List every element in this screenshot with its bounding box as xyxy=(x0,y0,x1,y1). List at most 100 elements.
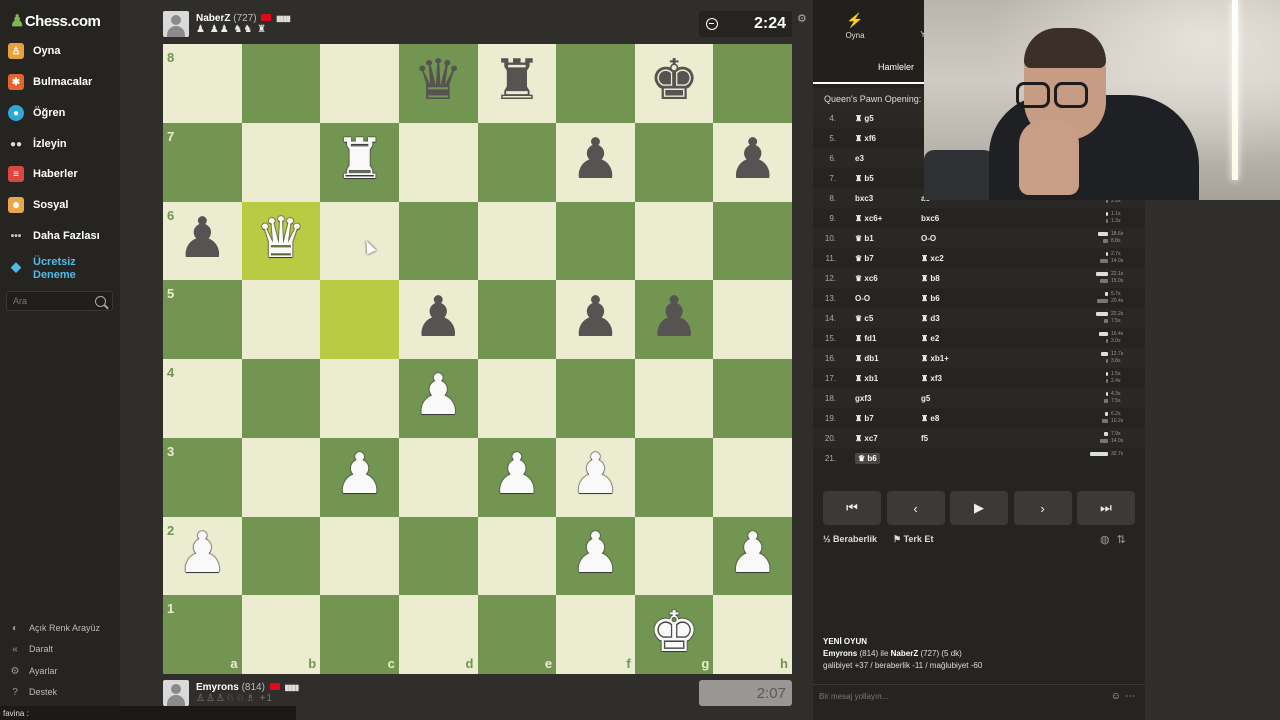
square-h6[interactable] xyxy=(713,201,792,281)
square-h3[interactable] xyxy=(713,437,792,517)
white-move[interactable]: ♜ xf6 xyxy=(855,134,921,143)
white-pawn-icon[interactable]: ♟ xyxy=(413,368,463,424)
resign-button[interactable]: ⚑ Terk Et xyxy=(893,534,933,545)
square-c8[interactable] xyxy=(320,44,399,123)
chesscom-logo[interactable]: ♟ Chess.com xyxy=(10,10,101,32)
black-move[interactable]: ♜ d3 xyxy=(921,314,987,323)
black-move[interactable]: ♜ xc2 xyxy=(921,254,987,263)
square-g2[interactable] xyxy=(634,516,714,596)
white-move[interactable]: ♛ xc6 xyxy=(855,274,921,283)
square-a3[interactable]: 3 xyxy=(163,437,242,517)
last-move-button[interactable]: ⏭ xyxy=(1077,491,1135,525)
square-h5[interactable] xyxy=(713,280,792,359)
square-g7[interactable] xyxy=(634,122,714,202)
square-g3[interactable] xyxy=(634,437,714,517)
white-move[interactable]: ♛ c5 xyxy=(855,314,921,323)
settings-link[interactable]: ⚙ Ayarlar xyxy=(9,663,114,679)
black-move[interactable]: f5 xyxy=(921,434,987,443)
square-e1[interactable]: e xyxy=(477,595,557,674)
nav-item-more[interactable]: ••• Daha Fazlası xyxy=(8,225,116,247)
square-b3[interactable] xyxy=(241,437,321,517)
white-pawn-icon[interactable]: ♟ xyxy=(570,447,620,503)
white-pawn-icon[interactable]: ♟ xyxy=(570,525,620,582)
square-a1[interactable]: 1a xyxy=(163,595,242,674)
square-a4[interactable]: 4 xyxy=(163,359,242,438)
white-move[interactable]: O-O xyxy=(855,294,921,303)
white-player[interactable]: Emyrons xyxy=(823,649,857,658)
square-c5[interactable] xyxy=(320,280,399,359)
square-h1[interactable]: h xyxy=(713,595,792,674)
square-h8[interactable] xyxy=(713,44,792,123)
previous-move-button[interactable]: ‹ xyxy=(886,491,945,525)
black-player[interactable]: NaberZ xyxy=(891,649,919,658)
nav-item-learn[interactable]: ● Öğren xyxy=(8,102,116,124)
square-b4[interactable] xyxy=(241,359,321,438)
offer-draw-button[interactable]: ½ Beraberlik xyxy=(823,534,877,544)
emoji-icon[interactable]: ☺ xyxy=(1111,691,1125,702)
white-move[interactable]: ♛ b1 xyxy=(855,234,921,243)
black-move[interactable]: ♜ xf3 xyxy=(921,374,987,383)
search-box[interactable] xyxy=(6,291,113,311)
collapse-button[interactable]: « Daralt xyxy=(9,641,114,657)
square-c6[interactable] xyxy=(320,201,399,281)
black-pawn-icon[interactable]: ♟ xyxy=(570,289,620,346)
square-d6[interactable] xyxy=(398,201,478,281)
square-a2[interactable]: 2 ♟ xyxy=(163,516,242,596)
play-button[interactable]: ▶ xyxy=(950,491,1008,525)
white-move[interactable]: ♜ xc7 xyxy=(855,434,921,443)
square-e2[interactable] xyxy=(477,516,557,596)
square-a5[interactable]: 5 xyxy=(163,280,242,359)
square-d7[interactable] xyxy=(398,122,478,202)
square-c7[interactable]: ♜ xyxy=(320,122,399,202)
chat-input[interactable] xyxy=(819,692,1089,701)
square-b7[interactable] xyxy=(241,122,321,202)
square-g4[interactable] xyxy=(634,359,714,438)
square-f6[interactable] xyxy=(556,201,635,281)
black-rook-icon[interactable]: ♜ xyxy=(492,53,542,109)
square-f3[interactable]: ♟ xyxy=(556,437,635,517)
black-pawn-icon[interactable]: ♟ xyxy=(413,289,463,346)
white-move[interactable]: ♜ b7 xyxy=(855,414,921,423)
black-move[interactable]: ♜ e8 xyxy=(921,414,987,423)
square-e8[interactable]: ♜ xyxy=(477,44,557,123)
square-d8[interactable]: ♛ xyxy=(398,44,478,123)
square-a6[interactable]: 6 ♟ xyxy=(163,201,242,281)
white-pawn-icon[interactable]: ♟ xyxy=(177,525,227,582)
light-theme-toggle[interactable]: ◐ Açık Renk Arayüz xyxy=(9,620,114,636)
square-e3[interactable]: ♟ xyxy=(477,437,557,517)
square-g8[interactable]: ♚ xyxy=(634,44,714,123)
white-king-icon[interactable]: ♚ xyxy=(649,604,699,661)
square-g1[interactable]: g ♚ xyxy=(634,595,714,674)
white-move[interactable]: ♜ fd1 xyxy=(855,334,921,343)
square-c2[interactable] xyxy=(320,516,399,596)
square-f5[interactable]: ♟ xyxy=(556,280,635,359)
black-move[interactable]: ♜ xb1+ xyxy=(921,354,987,363)
square-b6[interactable]: ♛ xyxy=(241,201,321,281)
analysis-icon[interactable]: ◍ xyxy=(1100,534,1117,546)
chess-board[interactable]: 8 ♛ ♜ ♚ 7 ♜ ♟ ♟ 6 ♟ ♛ 5 ♟ ♟ ♟ 4 ♟ 3 ♟ ♟ ♟ 2 ♟ ♟ ♟ 1 a b c d e f g ♚ h xyxy=(163,44,792,674)
white-queen-icon[interactable]: ♛ xyxy=(256,210,306,267)
white-move[interactable]: ♜ b5 xyxy=(855,174,921,183)
black-move[interactable]: ♜ b6 xyxy=(921,294,987,303)
square-a8[interactable]: 8 xyxy=(163,44,242,123)
white-move[interactable]: gxf3 xyxy=(855,394,921,403)
nav-item-social[interactable]: ☻ Sosyal xyxy=(8,194,116,216)
square-a7[interactable]: 7 xyxy=(163,122,242,202)
square-b1[interactable]: b xyxy=(241,595,321,674)
square-d4[interactable]: ♟ xyxy=(398,359,478,438)
black-queen-icon[interactable]: ♛ xyxy=(413,53,463,109)
square-b2[interactable] xyxy=(241,516,321,596)
black-king-icon[interactable]: ♚ xyxy=(649,53,699,109)
black-move[interactable]: bxc6 xyxy=(921,214,987,223)
search-icon[interactable] xyxy=(95,295,106,307)
black-move[interactable]: ♜ b8 xyxy=(921,274,987,283)
white-move[interactable]: ♛ b7 xyxy=(855,254,921,263)
nav-item-free-trial[interactable]: ◆ Ücretsiz Deneme xyxy=(8,256,116,286)
white-move[interactable]: ♜ xb1 xyxy=(855,374,921,383)
square-h7[interactable]: ♟ xyxy=(713,122,792,202)
white-move[interactable]: ♜ g5 xyxy=(855,114,921,123)
square-h4[interactable] xyxy=(713,359,792,438)
black-move[interactable]: g5 xyxy=(921,394,987,403)
square-b8[interactable] xyxy=(241,44,321,123)
white-move[interactable]: ♛ b6 xyxy=(855,452,921,464)
